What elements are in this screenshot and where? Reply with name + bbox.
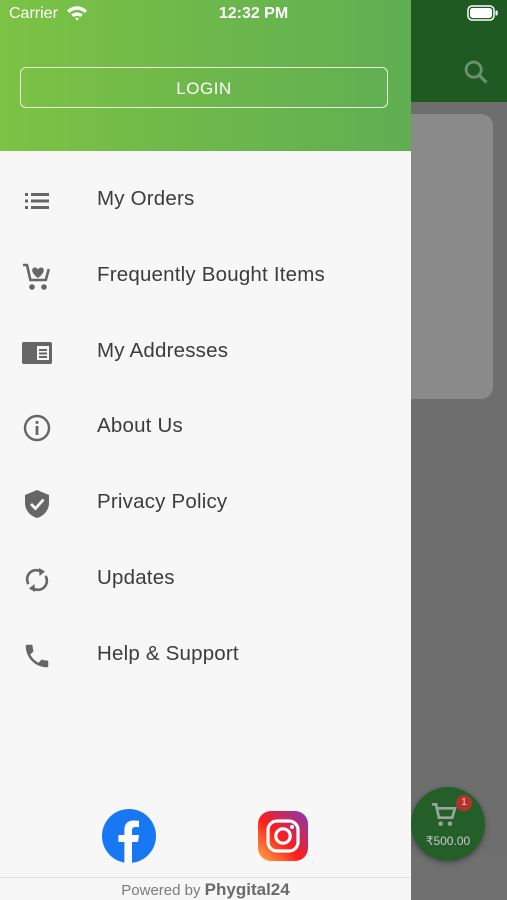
powered-by-label: Powered by xyxy=(121,882,201,899)
menu-item-label: My Addresses xyxy=(97,338,229,362)
menu-item-label: Privacy Policy xyxy=(97,490,228,514)
drawer-menu: My Orders Frequently Bought Items My Add… xyxy=(0,162,411,693)
menu-item-frequently-bought[interactable]: Frequently Bought Items xyxy=(0,238,411,314)
battery-icon xyxy=(467,5,498,21)
menu-item-help-support[interactable]: Help & Support xyxy=(0,617,411,693)
phone-icon xyxy=(20,641,54,671)
menu-item-label: Help & Support xyxy=(97,641,239,665)
info-icon xyxy=(20,413,54,443)
status-bar: Carrier 12:32 PM xyxy=(0,0,507,28)
list-icon xyxy=(20,186,54,216)
navigation-drawer: LOGIN My Orders Frequently Bought Items xyxy=(0,0,411,900)
menu-item-my-orders[interactable]: My Orders xyxy=(0,162,411,238)
status-time: 12:32 PM xyxy=(218,5,289,22)
menu-item-about-us[interactable]: About Us xyxy=(0,389,411,465)
login-button[interactable]: LOGIN xyxy=(20,67,388,108)
cart-button[interactable]: 1 ₹500.00 xyxy=(411,787,485,861)
cart-amount: ₹500.00 xyxy=(425,834,471,848)
menu-item-my-addresses[interactable]: My Addresses xyxy=(0,314,411,390)
instagram-icon[interactable] xyxy=(255,808,311,864)
brand-name: Phygital24 xyxy=(204,880,290,899)
search-icon[interactable] xyxy=(462,58,490,86)
menu-item-privacy-policy[interactable]: Privacy Policy xyxy=(0,465,411,541)
menu-item-label: My Orders xyxy=(97,187,195,210)
menu-item-label: Updates xyxy=(97,565,175,589)
cart-count-badge: 1 xyxy=(456,795,472,811)
facebook-icon[interactable] xyxy=(101,808,157,864)
shield-check-icon xyxy=(20,489,54,519)
bottom-bar xyxy=(411,856,507,900)
address-card-icon xyxy=(20,338,54,368)
menu-item-updates[interactable]: Updates xyxy=(0,541,411,617)
cart-heart-icon xyxy=(20,262,54,292)
menu-item-label: About Us xyxy=(97,414,183,438)
content-card xyxy=(400,114,493,399)
footer-divider xyxy=(0,877,411,878)
sync-icon xyxy=(20,565,54,595)
menu-item-label: Frequently Bought Items xyxy=(97,262,325,286)
powered-by-footer: Powered by Phygital24 xyxy=(0,880,411,900)
